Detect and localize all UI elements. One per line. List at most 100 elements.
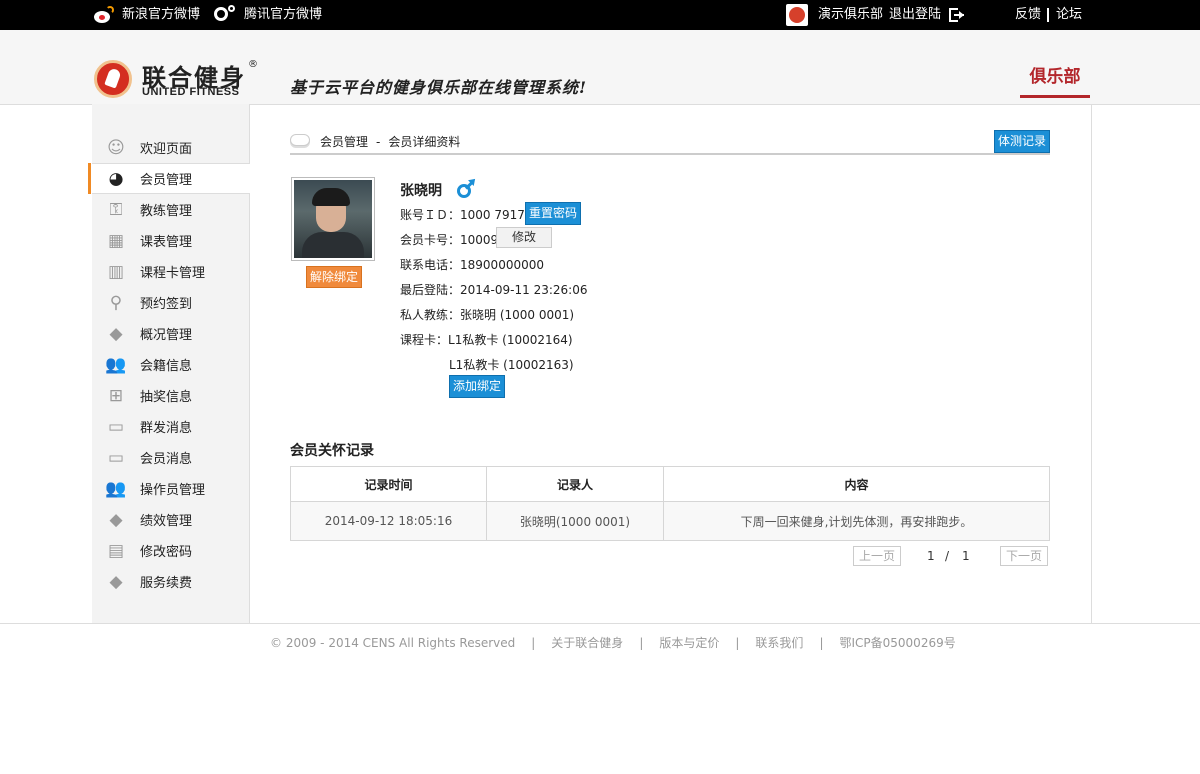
account-id-value: 1000 7917 xyxy=(460,208,525,222)
sidebar-item-label: 会员管理 xyxy=(140,173,193,188)
account-id-label: 账号ＩＤ： xyxy=(400,208,461,222)
male-gender-icon xyxy=(456,176,478,200)
sidebar-item-label: 欢迎页面 xyxy=(140,142,193,157)
sidebar-item-schedule-management[interactable]: ▦ 课表管理 xyxy=(92,225,250,256)
body-test-record-button[interactable]: 体测记录 xyxy=(994,130,1050,153)
private-trainer-row: 私人教练：张晓明 (1000 0001) xyxy=(400,306,574,323)
sidebar-item-broadcast-message[interactable]: ▭ 群发消息 xyxy=(92,411,250,442)
care-records-table: 记录时间 记录人 内容 2014-09-12 18:05:16 张晓明(1000… xyxy=(290,466,1050,541)
unbind-button[interactable]: 解除绑定 xyxy=(306,266,362,288)
footer-about-link[interactable]: 关于联合健身 xyxy=(551,636,623,650)
total-pages: 1 xyxy=(962,549,970,563)
course-card-value: L1私教卡 (10002163) xyxy=(449,358,574,372)
modify-card-button[interactable]: 修改 xyxy=(496,227,552,248)
sidebar-item-label: 预约签到 xyxy=(140,297,193,312)
footer-pricing-link[interactable]: 版本与定价 xyxy=(659,636,719,650)
sidebar-item-label: 会籍信息 xyxy=(140,359,193,374)
weibo-icon xyxy=(92,6,114,24)
account-id-row: 账号ＩＤ：1000 7917 xyxy=(400,206,525,223)
breadcrumb-member-detail: 会员详细资料 xyxy=(388,135,461,149)
cell-record-time: 2014-09-12 18:05:16 xyxy=(290,501,487,541)
column-header-recorder: 记录人 xyxy=(486,466,664,502)
diamond-icon: ◆ xyxy=(109,323,123,344)
member-card-row: 会员卡号：10009 xyxy=(400,231,498,248)
sidebar-item-label: 抽奖信息 xyxy=(140,390,193,405)
footer: © 2009 - 2014 CENS All Rights Reserved | 关… xyxy=(270,634,968,651)
users-icon: 👥 xyxy=(105,354,127,375)
phone-label: 联系电话： xyxy=(400,258,461,272)
tencent-weibo-link[interactable]: 腾讯官方微博 xyxy=(214,0,322,30)
course-card-value: L1私教卡 (10002164) xyxy=(448,333,573,347)
sidebar-item-label: 课程卡管理 xyxy=(140,266,206,281)
logout-label: 退出登陆 xyxy=(889,7,942,22)
sidebar-item-coach-management[interactable]: ⚿ 教练管理 xyxy=(92,194,250,225)
chat-icon: ▭ xyxy=(107,447,125,468)
footer-separator: | xyxy=(819,636,824,650)
weibo-link[interactable]: 新浪官方微博 xyxy=(92,0,200,30)
sidebar-item-membership-info[interactable]: 👥 会籍信息 xyxy=(92,349,250,380)
breadcrumb-member-management[interactable]: 会员管理 xyxy=(320,135,368,149)
current-page: 1 xyxy=(927,549,935,563)
column-header-record-time: 记录时间 xyxy=(290,466,487,502)
cell-content: 下周一回来健身,计划先体测，再安排跑步。 xyxy=(663,501,1050,541)
last-login-value: 2014-09-11 23:26:06 xyxy=(460,283,588,297)
barcode-icon: ▥ xyxy=(107,261,125,282)
sidebar-item-member-message[interactable]: ▭ 会员消息 xyxy=(92,442,250,473)
footer-separator: | xyxy=(735,636,740,650)
last-login-label: 最后登陆： xyxy=(400,283,461,297)
member-card-label: 会员卡号： xyxy=(400,233,461,247)
avatar xyxy=(291,177,375,261)
feedback-link[interactable]: 反馈 xyxy=(1015,0,1041,30)
table-header-row: 记录时间 记录人 内容 xyxy=(290,466,1050,502)
sidebar-item-label: 概况管理 xyxy=(140,328,193,343)
users-icon: 👥 xyxy=(105,478,127,499)
club-link[interactable]: 演示俱乐部 xyxy=(786,0,883,30)
sidebar-item-service-renewal[interactable]: ◆ 服务续费 xyxy=(92,566,250,597)
copyright: © 2009 - 2014 CENS All Rights Reserved xyxy=(270,636,516,650)
logout-link[interactable]: 退出登陆 xyxy=(889,0,965,30)
topbar-divider xyxy=(1047,8,1049,22)
sidebar-item-welcome[interactable]: ☺ 欢迎页面 xyxy=(92,132,250,163)
tab-club[interactable]: 俱乐部 xyxy=(1020,64,1090,98)
sidebar-item-booking-checkin[interactable]: ⚲ 预约签到 xyxy=(92,287,250,318)
slogan: 基于云平台的健身俱乐部在线管理系统! xyxy=(290,78,588,97)
phone-value: 18900000000 xyxy=(460,258,544,272)
sidebar-item-label: 服务续费 xyxy=(140,576,193,591)
member-card-value: 10009 xyxy=(460,233,499,247)
forum-link[interactable]: 论坛 xyxy=(1056,0,1082,30)
sidebar-item-overview-management[interactable]: ◆ 概况管理 xyxy=(92,318,250,349)
sidebar-item-label: 操作员管理 xyxy=(140,483,206,498)
prev-page-button[interactable]: 上一页 xyxy=(853,546,901,566)
page-separator: / xyxy=(945,549,950,563)
gift-icon: ⊞ xyxy=(108,385,124,406)
logo-english-text: UNITED FITNESS xyxy=(142,86,240,98)
footer-separator: | xyxy=(639,636,644,650)
footer-separator: | xyxy=(531,636,536,650)
cell-recorder: 张晓明(1000 0001) xyxy=(486,501,664,541)
smile-icon: ☺ xyxy=(107,137,125,158)
sidebar-item-course-card-management[interactable]: ▥ 课程卡管理 xyxy=(92,256,250,287)
sidebar-item-lottery-info[interactable]: ⊞ 抽奖信息 xyxy=(92,380,250,411)
course-card-label: 课程卡： xyxy=(400,333,449,347)
breadcrumb: 会员管理 - 会员详细资料 xyxy=(290,128,1050,155)
sidebar-item-label: 群发消息 xyxy=(140,421,193,436)
footer-contact-link[interactable]: 联系我们 xyxy=(755,636,803,650)
sidebar-item-change-password[interactable]: ▤ 修改密码 xyxy=(92,535,250,566)
column-header-content: 内容 xyxy=(663,466,1050,502)
sidebar-item-member-management[interactable]: ◕ 会员管理 xyxy=(88,163,250,194)
breadcrumb-text: 会员管理 - 会员详细资料 xyxy=(320,133,460,150)
sidebar-item-performance-management[interactable]: ◆ 绩效管理 xyxy=(92,504,250,535)
sidebar-item-operator-management[interactable]: 👥 操作员管理 xyxy=(92,473,250,504)
phone-row: 联系电话：18900000000 xyxy=(400,256,544,273)
tencent-weibo-icon xyxy=(214,5,236,25)
footer-icp: 鄂ICP备05000269号 xyxy=(839,636,956,650)
lock-icon: ⚿ xyxy=(109,199,123,220)
sidebar-item-label: 教练管理 xyxy=(140,204,193,219)
reset-password-button[interactable]: 重置密码 xyxy=(525,202,581,225)
club-logo-icon xyxy=(786,4,808,26)
add-binding-button[interactable]: 添加绑定 xyxy=(449,375,505,398)
header: 联合健身 ® UNITED FITNESS 基于云平台的健身俱乐部在线管理系统!… xyxy=(0,30,1200,105)
id-card-icon: ▤ xyxy=(107,540,125,561)
next-page-button[interactable]: 下一页 xyxy=(1000,546,1048,566)
logo-runner-icon xyxy=(94,60,132,98)
